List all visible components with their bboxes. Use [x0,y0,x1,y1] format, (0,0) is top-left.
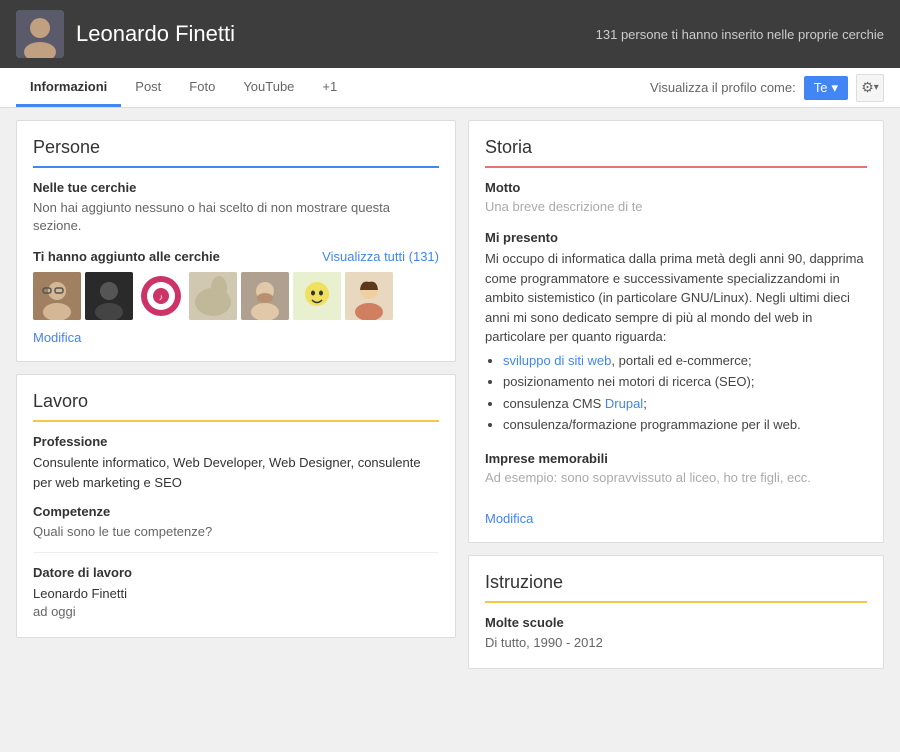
drupal-link[interactable]: Drupal [605,396,643,411]
list-item[interactable]: ♪ [137,272,185,320]
list-item[interactable] [189,272,237,320]
motto-section: Motto Una breve descrizione di te [485,180,867,214]
right-column: Storia Motto Una breve descrizione di te… [468,120,884,669]
storia-card: Storia Motto Una breve descrizione di te… [468,120,884,543]
list-item: consulenza CMS Drupal; [503,394,867,414]
persone-modifica-link[interactable]: Modifica [33,330,81,345]
imprese-placeholder: Ad esempio: sono sopravvissuto al liceo,… [485,470,867,485]
main-content: Persone Nelle tue cerchie Non hai aggiun… [0,108,900,681]
list-item[interactable] [33,272,81,320]
divider [33,552,439,553]
tab-youtube[interactable]: YouTube [229,68,308,107]
lavoro-title: Lavoro [33,391,439,422]
tab-informazioni[interactable]: Informazioni [16,68,121,107]
mi-presento-list: sviluppo di siti web, portali ed e-comme… [485,351,867,435]
motto-placeholder: Una breve descrizione di te [485,199,867,214]
tab-foto[interactable]: Foto [175,68,229,107]
persone-title: Persone [33,137,439,168]
list-item[interactable] [293,272,341,320]
te-button[interactable]: Te ▾ [804,76,848,100]
svg-text:♪: ♪ [159,292,164,302]
ti-hanno-label: Ti hanno aggiunto alle cerchie [33,249,220,264]
avatars-row: ♪ [33,272,439,320]
nav-bar: Informazioni Post Foto YouTube +1 Visual… [0,68,900,108]
storia-modifica-link[interactable]: Modifica [485,511,533,526]
lavoro-card: Lavoro Professione Consulente informatic… [16,374,456,638]
professione-value: Consulente informatico, Web Developer, W… [33,453,439,492]
nelle-tue-cerchie-label: Nelle tue cerchie [33,180,439,195]
list-item: posizionamento nei motori di ricerca (SE… [503,372,867,392]
persone-card: Persone Nelle tue cerchie Non hai aggiun… [16,120,456,362]
list-item: consulenza/formazione programmazione per… [503,415,867,435]
competenze-placeholder: Quali sono le tue competenze? [33,523,439,541]
storia-title: Storia [485,137,867,168]
gear-icon: ⚙ [861,79,874,96]
nelle-tue-cerchie-text: Non hai aggiunto nessuno o hai scelto di… [33,199,439,235]
visualizza-tutti-link[interactable]: Visualizza tutti (131) [322,249,439,264]
gear-chevron-icon: ▾ [874,82,879,93]
ti-hanno-header: Ti hanno aggiunto alle cerchie Visualizz… [33,249,439,264]
header-circles-text: 131 persone ti hanno inserito nelle prop… [596,27,884,42]
view-profile-label: Visualizza il profilo come: [650,80,796,95]
header: Leonardo Finetti 131 persone ti hanno in… [0,0,900,68]
header-left: Leonardo Finetti [16,10,235,58]
list-item[interactable] [345,272,393,320]
list-item[interactable] [85,272,133,320]
list-item[interactable] [241,272,289,320]
competenze-label: Competenze [33,504,439,519]
datore-label: Datore di lavoro [33,565,439,580]
mi-presento-section: Mi presento Mi occupo di informatica dal… [485,230,867,435]
imprese-label: Imprese memorabili [485,451,867,466]
istruzione-title: Istruzione [485,572,867,603]
mi-presento-body: Mi occupo di informatica dalla prima met… [485,249,867,435]
tab-post[interactable]: Post [121,68,175,107]
nav-tabs: Informazioni Post Foto YouTube +1 [16,68,351,107]
header-name: Leonardo Finetti [76,21,235,47]
nav-right: Visualizza il profilo come: Te ▾ ⚙ ▾ [650,74,884,102]
imprese-section: Imprese memorabili Ad esempio: sono sopr… [485,451,867,485]
tab-plus1[interactable]: +1 [308,68,351,107]
chevron-down-icon: ▾ [831,80,838,96]
molte-scuole-sub: Di tutto, 1990 - 2012 [485,634,867,652]
istruzione-card: Istruzione Molte scuole Di tutto, 1990 -… [468,555,884,669]
gear-button[interactable]: ⚙ ▾ [856,74,884,102]
sviluppo-link[interactable]: sviluppo di siti web [503,353,611,368]
molte-scuole-label: Molte scuole [485,615,867,630]
avatar [16,10,64,58]
left-column: Persone Nelle tue cerchie Non hai aggiun… [16,120,456,669]
list-item: sviluppo di siti web, portali ed e-comme… [503,351,867,371]
motto-label: Motto [485,180,867,195]
datore-sub: ad oggi [33,603,439,621]
professione-label: Professione [33,434,439,449]
mi-presento-label: Mi presento [485,230,867,245]
datore-value: Leonardo Finetti [33,584,439,604]
